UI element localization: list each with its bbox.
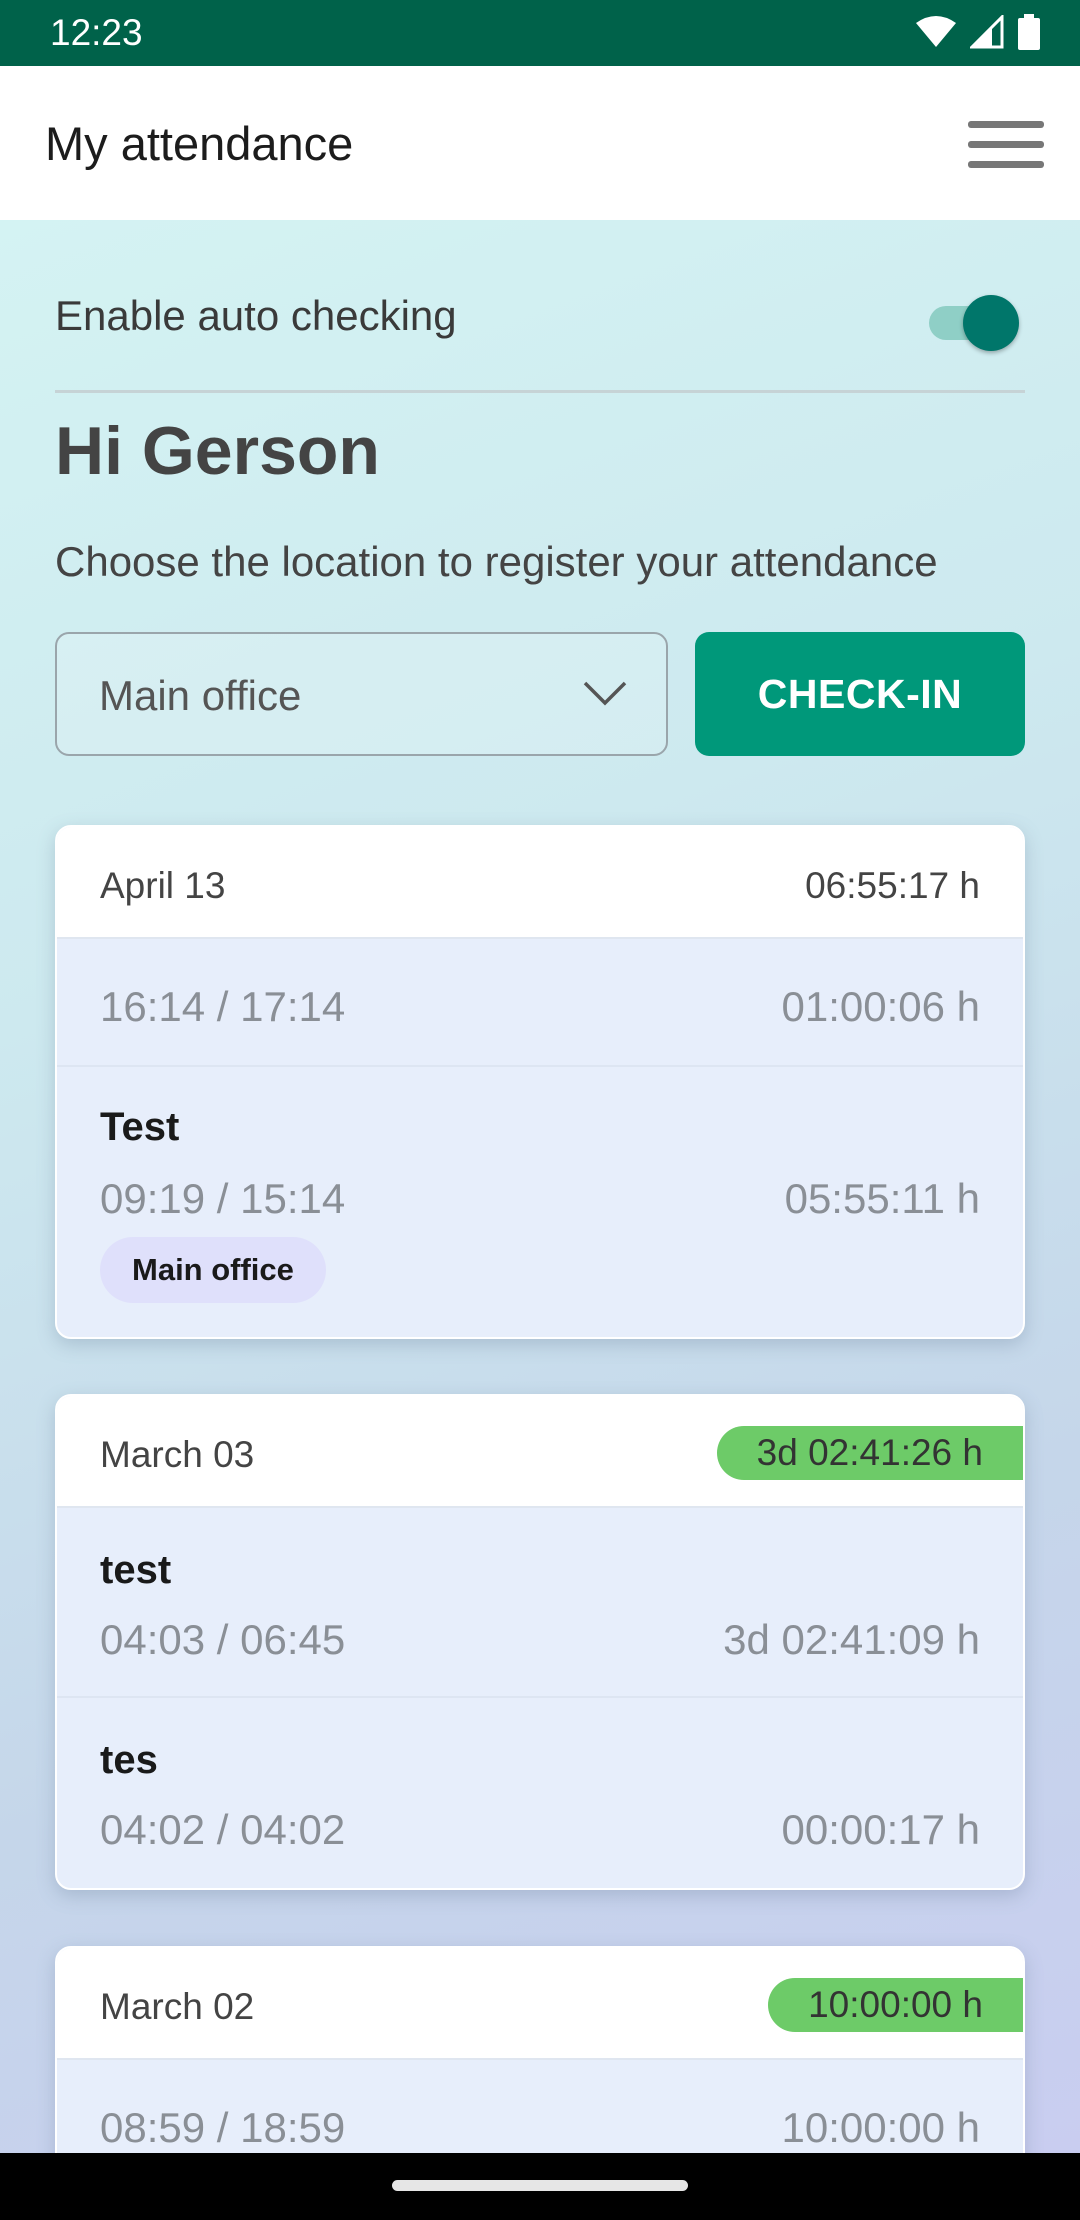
entry-name: tes [100, 1738, 158, 1782]
entry-duration: 00:00:17 h [781, 1806, 980, 1853]
battery-icon [1018, 14, 1040, 50]
signal-icon [970, 15, 1004, 49]
status-bar: 12:23 [0, 0, 1080, 66]
day-total: 06:55:17 h [805, 865, 980, 906]
day-date: April 13 [100, 865, 226, 906]
day-date: March 03 [100, 1434, 255, 1475]
location-chip: Main office [100, 1237, 326, 1303]
menu-icon-line [968, 120, 1044, 128]
entry-duration: 10:00:00 h [781, 2104, 980, 2151]
day-card-header: March 03 3d 02:41:26 h [57, 1396, 1023, 1508]
attendance-entry[interactable]: test 04:03 / 06:45 3d 02:41:09 h [57, 1508, 1023, 1698]
auto-check-row: Enable auto checking [55, 280, 1025, 356]
day-card-header: April 13 06:55:17 h [57, 827, 1023, 939]
auto-check-label: Enable auto checking [55, 292, 457, 339]
divider [55, 390, 1025, 393]
entry-times: 09:19 / 15:14 [100, 1175, 346, 1222]
entry-times: 08:59 / 18:59 [100, 2104, 346, 2151]
entry-duration: 3d 02:41:09 h [723, 1616, 980, 1663]
entry-duration: 05:55:11 h [784, 1175, 980, 1222]
attendance-entry[interactable]: tes 04:02 / 04:02 00:00:17 h [57, 1698, 1023, 1888]
auto-check-toggle[interactable] [929, 292, 1019, 351]
status-time: 12:23 [50, 12, 143, 53]
chevron-down-icon [583, 681, 627, 706]
status-icons [916, 14, 1040, 50]
entry-times: 04:02 / 04:02 [100, 1806, 346, 1853]
day-total-badge: 3d 02:41:26 h [716, 1426, 1023, 1480]
navigation-bar [0, 2153, 1080, 2220]
day-card: March 02 10:00:00 h 08:59 / 18:59 10:00:… [55, 1946, 1025, 2153]
location-select[interactable]: Main office [55, 632, 668, 756]
attendance-entry[interactable]: 16:14 / 17:14 01:00:06 h [57, 939, 1023, 1067]
location-select-value: Main office [99, 672, 302, 719]
day-date: March 02 [100, 1986, 255, 2027]
day-card: March 03 3d 02:41:26 h test 04:03 / 06:4… [55, 1394, 1025, 1890]
menu-button[interactable] [962, 108, 1050, 180]
menu-icon-line [968, 140, 1044, 148]
entry-duration: 01:00:06 h [781, 983, 980, 1030]
app-bar: My attendance [0, 66, 1080, 220]
toggle-thumb [963, 295, 1019, 351]
day-card-header: March 02 10:00:00 h [57, 1948, 1023, 2060]
location-prompt: Choose the location to register your att… [55, 538, 938, 585]
page-title: My attendance [45, 117, 354, 170]
attendance-entry[interactable]: 08:59 / 18:59 10:00:00 h [57, 2060, 1023, 2153]
entry-times: 04:03 / 06:45 [100, 1616, 346, 1663]
day-total-badge: 10:00:00 h [768, 1978, 1023, 2032]
entry-times: 16:14 / 17:14 [100, 983, 346, 1030]
menu-icon-line [968, 160, 1044, 168]
entry-name: test [100, 1548, 172, 1592]
wifi-icon [916, 16, 956, 47]
entry-name: Test [100, 1105, 180, 1149]
check-in-button[interactable]: CHECK-IN [695, 632, 1025, 756]
home-gesture-handle[interactable] [392, 2180, 688, 2191]
attendance-entry[interactable]: Test 09:19 / 15:14 05:55:11 h Main offic… [57, 1067, 1023, 1337]
main-content[interactable]: Enable auto checking Hi Gerson Choose th… [0, 220, 1080, 2153]
greeting: Hi Gerson [55, 413, 380, 489]
day-card: April 13 06:55:17 h 16:14 / 17:14 01:00:… [55, 825, 1025, 1339]
